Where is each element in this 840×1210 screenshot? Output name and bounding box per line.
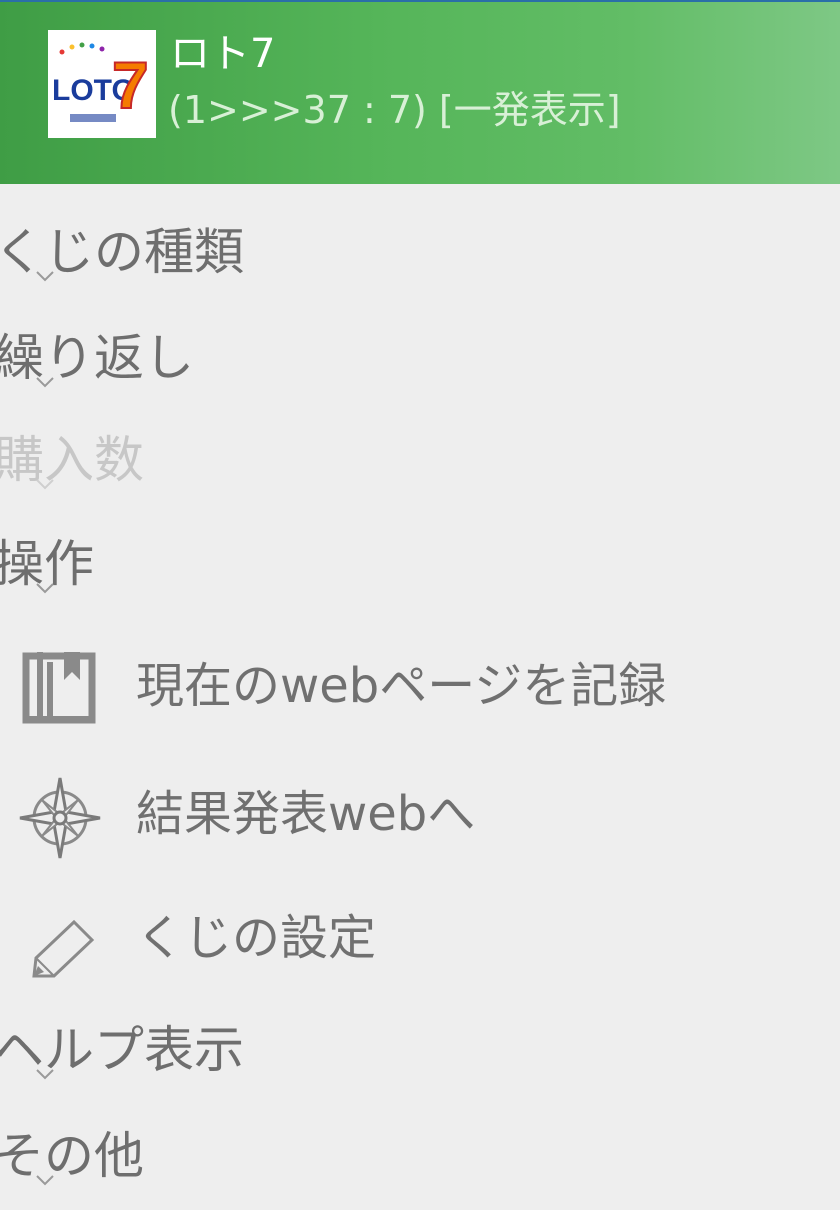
svg-text:7: 7 <box>112 48 149 122</box>
chevron-down-icon <box>36 583 54 594</box>
app-header: LOTO 7 ロト7 (1>>>37 : 7) [一発表示] <box>0 0 840 184</box>
menu-item-label: 結果発表webへ <box>136 786 476 842</box>
menu-item-lottery-settings[interactable]: くじの設定 <box>0 880 840 1000</box>
menu-group-other[interactable]: その他 <box>0 1104 840 1204</box>
menu-group-lottery-type[interactable]: くじの種類 <box>0 200 840 300</box>
chevron-down-icon <box>36 271 54 282</box>
menu-item-results-web[interactable]: 結果発表webへ <box>0 756 840 876</box>
menu-group-label: その他 <box>0 1127 144 1185</box>
pencil-icon <box>32 919 95 978</box>
bookmark-icon <box>22 652 96 724</box>
app-title: ロト7 <box>170 31 276 77</box>
chevron-down-icon <box>36 377 54 388</box>
menu-item-record-web-page[interactable]: 現在のwebページを記録 <box>0 626 840 746</box>
chevron-down-icon <box>36 1069 54 1080</box>
chevron-down-icon <box>36 1175 54 1186</box>
menu-item-label: くじの設定 <box>136 910 377 966</box>
menu-item-label: 現在のwebページを記録 <box>136 658 667 714</box>
menu-group-repeat[interactable]: 繰り返し <box>0 306 840 406</box>
menu-group-label: 購入数 <box>0 431 144 489</box>
menu-group-operation[interactable]: 操作 <box>0 512 840 612</box>
menu-group-label: 繰り返し <box>0 329 194 387</box>
chevron-down-icon <box>36 479 54 490</box>
menu-group-help[interactable]: ヘルプ表示 <box>0 998 840 1098</box>
loto7-logo: LOTO 7 <box>48 30 156 138</box>
app-subtitle: (1>>>37 : 7) [一発表示] <box>168 88 621 132</box>
compass-icon <box>19 777 101 859</box>
menu-group-purchase-count[interactable]: 購入数 <box>0 408 840 508</box>
